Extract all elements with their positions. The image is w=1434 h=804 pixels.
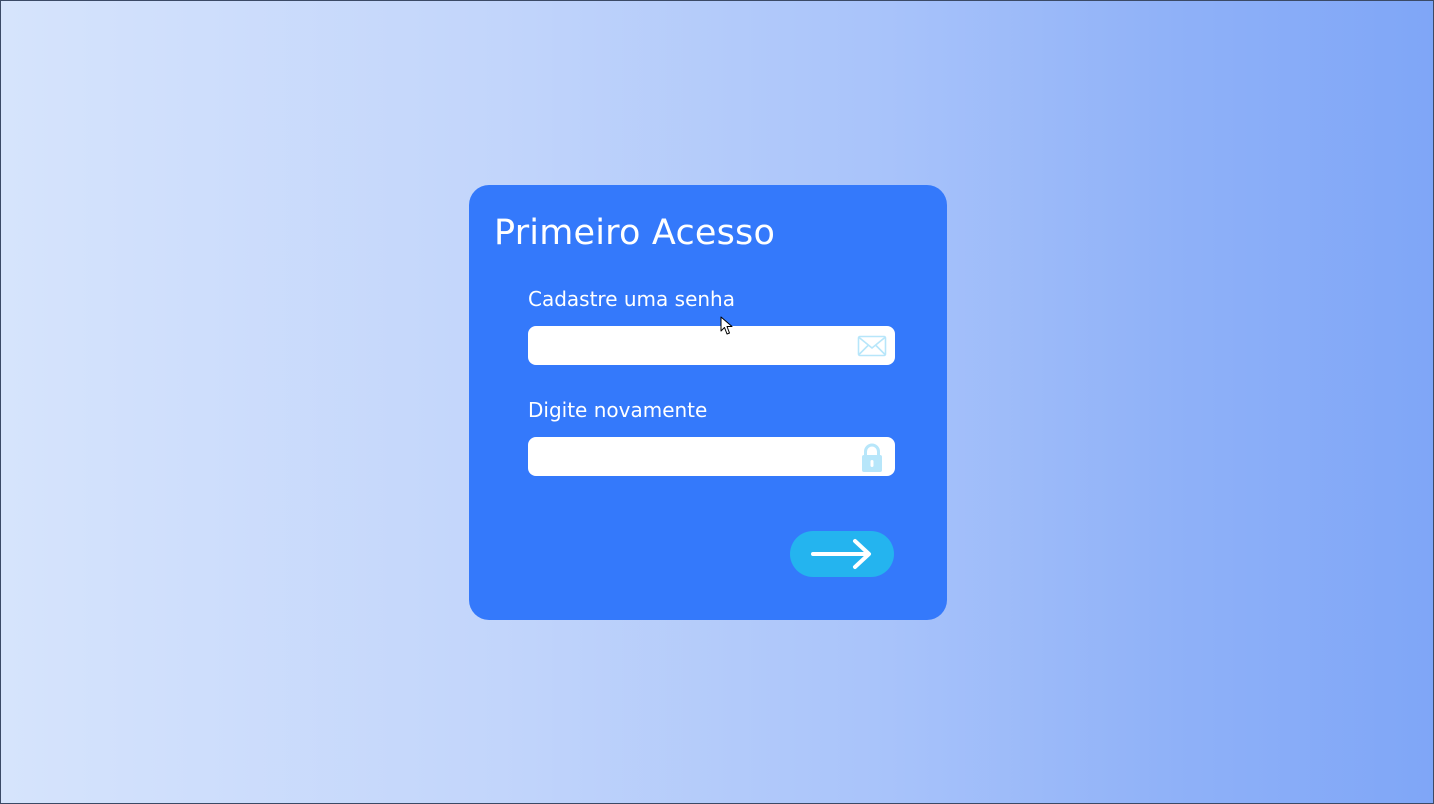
password-label: Cadastre uma senha — [528, 287, 735, 311]
password-field-container — [528, 326, 895, 365]
envelope-icon — [857, 335, 887, 357]
page-title: Primeiro Acesso — [494, 213, 776, 253]
next-button[interactable] — [790, 531, 894, 577]
arrow-right-icon — [811, 539, 871, 569]
first-access-card: Primeiro Acesso Cadastre uma senha Digit… — [469, 185, 947, 620]
confirm-password-input[interactable] — [538, 437, 848, 476]
confirm-password-label: Digite novamente — [528, 398, 708, 422]
lock-icon — [862, 443, 882, 472]
password-input[interactable] — [538, 326, 848, 365]
confirm-password-field-container — [528, 437, 895, 476]
